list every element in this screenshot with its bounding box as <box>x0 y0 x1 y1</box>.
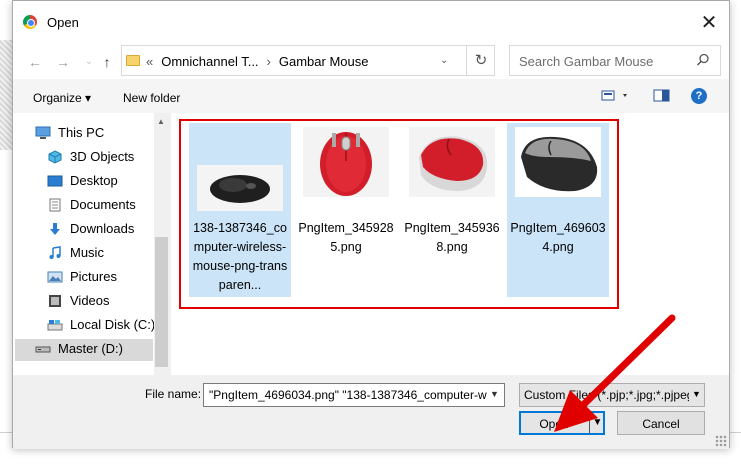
document-icon <box>49 198 61 212</box>
file-name-input[interactable]: "PngItem_4696034.png" "138-1387346_compu… <box>203 383 505 407</box>
refresh-button[interactable]: ↻ <box>466 46 495 75</box>
help-icon[interactable]: ? <box>691 88 707 104</box>
picture-icon <box>47 271 63 283</box>
sidebar-item-label: Documents <box>70 197 136 212</box>
title-bar: Open ✕ <box>13 1 729 45</box>
organize-button[interactable]: Organize ▾ <box>33 91 91 105</box>
folder-icon <box>126 55 140 66</box>
sidebar-item-label: This PC <box>58 125 105 140</box>
annotation-arrow-icon <box>554 314 676 432</box>
sidebar-item-label: Desktop <box>70 173 118 188</box>
navigation-pane: This PC 3D Objects Desktop Documents Dow… <box>13 113 169 375</box>
search-input[interactable]: Search Gambar Mouse <box>509 45 721 76</box>
annotation-highlight-box <box>179 119 619 309</box>
dialog-title: Open <box>47 15 79 30</box>
drive-icon <box>47 320 63 331</box>
breadcrumb-overflow[interactable]: « <box>146 54 153 69</box>
address-dropdown-icon[interactable]: ⌄ <box>440 55 448 66</box>
chrome-icon <box>23 15 37 29</box>
sidebar-item-local-disk[interactable]: Local Disk (C:) <box>47 315 167 337</box>
scroll-up-arrow-icon[interactable]: ▲ <box>157 117 165 126</box>
address-bar[interactable]: « Omnichannel T... › Gambar Mouse ⌄ ↻ <box>121 45 495 76</box>
file-name-value: "PngItem_4696034.png" "138-1387346_compu… <box>209 388 487 402</box>
new-folder-button[interactable]: New folder <box>123 91 180 105</box>
sidebar-item-documents[interactable]: Documents <box>47 195 167 217</box>
desktop-icon <box>47 175 63 187</box>
sidebar-item-label: Master (D:) <box>58 341 123 356</box>
command-bar: Organize ▾ New folder ? <box>13 79 729 113</box>
sidebar-item-desktop[interactable]: Desktop <box>47 171 167 193</box>
view-options-icon[interactable] <box>601 89 631 106</box>
close-button[interactable]: ✕ <box>697 11 721 35</box>
cube-icon <box>48 150 62 164</box>
search-placeholder: Search Gambar Mouse <box>519 54 654 69</box>
video-icon <box>49 295 61 307</box>
background-pattern <box>0 40 12 150</box>
sidebar-item-downloads[interactable]: Downloads <box>47 219 167 241</box>
sidebar-item-label: Downloads <box>70 221 135 236</box>
download-icon <box>50 223 60 235</box>
forward-button[interactable]: → <box>53 53 73 71</box>
sidebar-item-label: Music <box>70 245 104 260</box>
music-icon <box>49 246 61 259</box>
pc-icon <box>35 126 51 139</box>
sidebar-item-label: Local Disk (C:) <box>70 317 156 332</box>
breadcrumb-separator[interactable]: › <box>267 54 271 69</box>
resize-grip-icon[interactable] <box>715 435 727 447</box>
preview-pane-icon[interactable] <box>653 89 671 106</box>
sidebar-item-videos[interactable]: Videos <box>47 291 167 313</box>
sidebar-scrollbar-thumb[interactable] <box>155 237 168 367</box>
sidebar-item-label: 3D Objects <box>70 149 135 164</box>
chevron-down-icon[interactable]: ▼ <box>490 389 499 399</box>
sidebar-item-3d-objects[interactable]: 3D Objects <box>47 147 167 169</box>
up-button[interactable]: ↑ <box>97 53 117 71</box>
back-button[interactable]: ← <box>25 53 45 71</box>
sidebar-item-pictures[interactable]: Pictures <box>47 267 167 289</box>
drive-icon <box>35 346 51 353</box>
breadcrumb: « Omnichannel T... › Gambar Mouse <box>146 54 376 69</box>
sidebar-item-music[interactable]: Music <box>47 243 167 265</box>
breadcrumb-parent[interactable]: Omnichannel T... <box>161 54 258 69</box>
navigation-bar: ← → ⌄ ↑ « Omnichannel T... › Gambar Mouse ⌄… <box>13 45 729 79</box>
sidebar-item-master-drive[interactable]: Master (D:) <box>15 339 153 361</box>
search-icon <box>696 53 710 70</box>
sidebar-item-label: Pictures <box>70 269 117 284</box>
sidebar-item-this-pc[interactable]: This PC <box>35 123 155 145</box>
sidebar-item-label: Videos <box>70 293 110 308</box>
recent-locations-icon[interactable]: ⌄ <box>79 53 99 71</box>
breadcrumb-current[interactable]: Gambar Mouse <box>279 54 369 69</box>
file-name-label: File name: <box>145 387 202 401</box>
